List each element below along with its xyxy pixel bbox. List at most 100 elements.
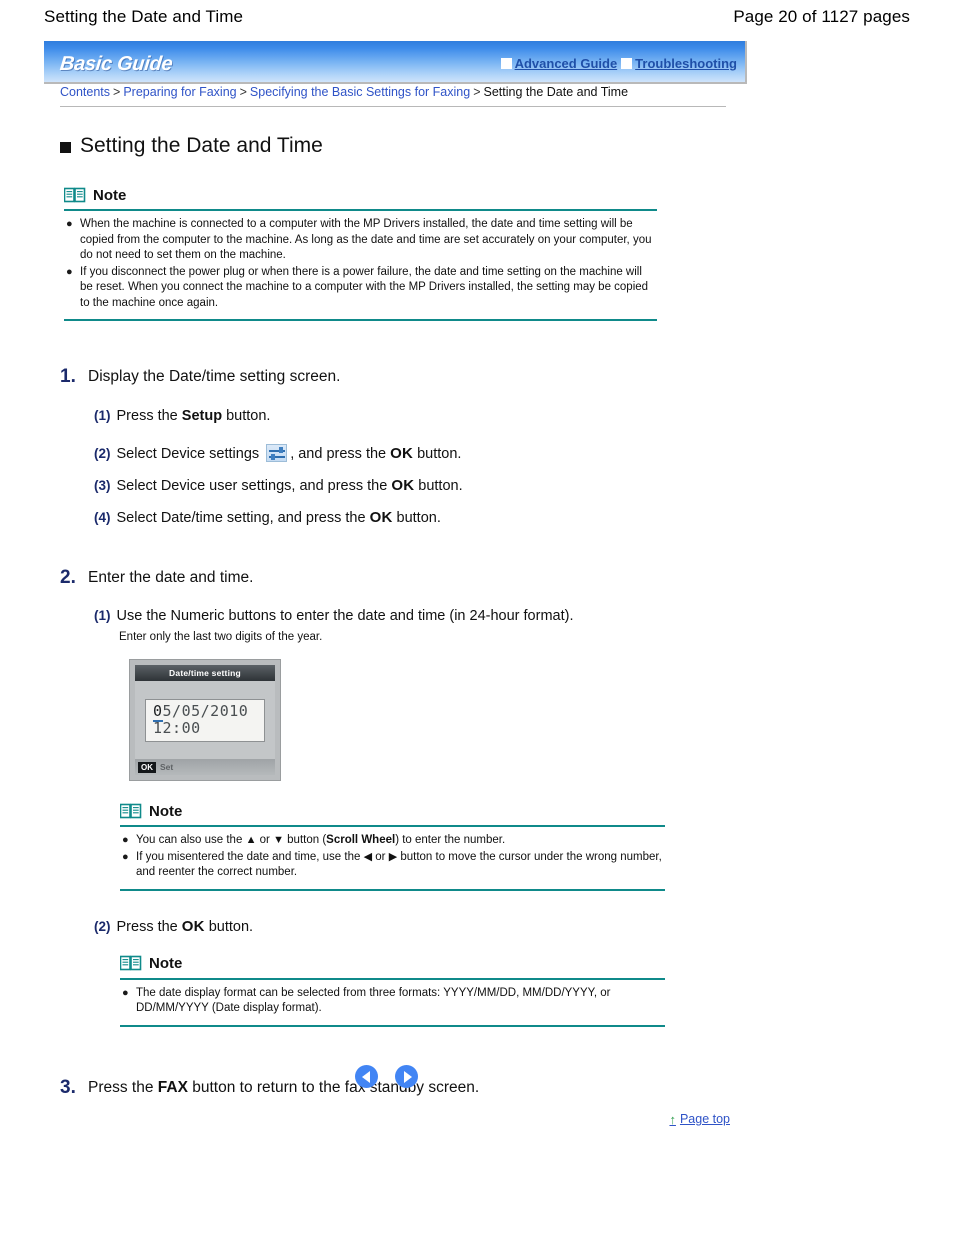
lcd-ok-badge: OK (138, 761, 156, 773)
troubleshooting-link[interactable]: Troubleshooting (621, 56, 737, 71)
step-1-substep-2: (2) Select Device settings , and press t… (94, 443, 954, 465)
note-text-b: or (256, 834, 274, 846)
print-header-title: Setting the Date and Time (44, 7, 244, 26)
fax-button-label: FAX (157, 1078, 188, 1096)
ok-button-label: OK (181, 917, 205, 935)
advanced-guide-label: Advanced Guide (514, 56, 618, 71)
note-text-a: If you misentered the date and time, use… (136, 850, 364, 863)
down-arrow-icon: ▼ (273, 834, 284, 846)
right-arrow-icon: ▶ (388, 850, 398, 863)
note-list-item: ● When the machine is connected to a com… (66, 217, 655, 264)
substep-text-pre: Select Device settings (116, 446, 264, 462)
note-box-bottom: Note ● The date display format can be se… (120, 952, 665, 1027)
step-2-number: 2. (60, 567, 76, 588)
note-list-item: ● You can also use the ▲ or ▼ button (Sc… (122, 833, 663, 849)
breadcrumb-item-contents[interactable]: Contents (60, 85, 110, 99)
substep-text: Press the OK button. (117, 916, 254, 938)
note-list-item: ● The date display format can be selecte… (122, 986, 663, 1017)
step-3-text-pre: Press the (88, 1078, 158, 1096)
substep-text: Use the Numeric buttons to enter the dat… (116, 608, 574, 624)
up-arrow-icon: ↑ (669, 1111, 676, 1127)
step-3: 3. Press the FAX button to return to the… (60, 1077, 954, 1099)
print-page-header: Setting the Date and Time Page 20 of 112… (0, 0, 954, 34)
substep-text-post: button. (414, 478, 463, 494)
up-arrow-icon: ▲ (245, 834, 257, 846)
left-arrow-icon: ◀ (363, 850, 373, 863)
substep-text: Select Device settings , and press the O… (116, 443, 462, 465)
step-3-number: 3. (60, 1076, 76, 1098)
right-triangle-icon (403, 1070, 412, 1083)
basic-guide-logo: Basic Guide (58, 53, 174, 75)
breadcrumb-separator: > (473, 85, 481, 99)
substep-text-mid: , and press the (290, 446, 391, 462)
device-settings-icon (266, 444, 288, 462)
breadcrumb-item-preparing-for-faxing[interactable]: Preparing for Faxing (123, 85, 236, 99)
substep-text-post: button. (204, 918, 254, 935)
ok-button-label: OK (391, 477, 415, 494)
step-2-substep-1-note: Enter only the last two digits of the ye… (119, 631, 323, 643)
note-body: ● When the machine is connected to a com… (64, 209, 657, 321)
banner-links: Advanced Guide Troubleshooting (500, 56, 737, 71)
substep-text-post: button. (413, 446, 462, 462)
note-body: ● You can also use the ▲ or ▼ button (Sc… (120, 825, 665, 891)
step-1-substep-4: (4) Select Date/time setting, and press … (94, 507, 954, 529)
note-item-text: If you misentered the date and time, use… (136, 850, 663, 881)
page-title: Setting the Date and Time (60, 130, 954, 162)
print-header-page-count: Page 20 of 1127 pages (733, 7, 910, 26)
step-1-substep-3: (3) Select Device user settings, and pre… (94, 475, 954, 497)
note-item-text: You can also use the ▲ or ▼ button (Scro… (136, 833, 663, 849)
book-icon (120, 803, 142, 818)
bullet-icon: ● (122, 986, 129, 999)
step-2-title: Enter the date and time. (88, 569, 254, 586)
note-title: Note (93, 186, 127, 204)
bullet-icon: ● (122, 834, 129, 846)
step-2-substep-2: (2) Press the OK button. (94, 916, 954, 938)
previous-page-button[interactable] (355, 1065, 378, 1088)
step-1-title: Display the Date/time setting screen. (88, 368, 341, 385)
advanced-guide-link[interactable]: Advanced Guide (500, 56, 618, 71)
note-text-c: button ( (283, 834, 327, 846)
page-top-label: Page top (679, 1112, 730, 1126)
note-header: Note (120, 799, 665, 823)
breadcrumb-item-current: Setting the Date and Time (483, 85, 629, 99)
book-icon (64, 187, 86, 202)
page-navigation (355, 1065, 418, 1088)
note-box-top: Note ● When the machine is connected to … (64, 183, 657, 321)
troubleshooting-label: Troubleshooting (635, 56, 737, 71)
lcd-date-line: 05/05/2010 (153, 701, 257, 722)
lcd-screenshot: Date/time setting 05/05/2010 12:00 OK Se… (129, 659, 281, 781)
substep-text-pre: Select Date/time setting, and press the (116, 510, 370, 526)
step-1-substep-1: (1) Press the Setup button. (94, 405, 954, 427)
square-bullet-icon (621, 58, 633, 69)
ok-button-label: OK (369, 509, 393, 526)
substep-text: Select Device user settings, and press t… (117, 475, 463, 497)
main-content: Setting the Date and Time Note ● When th… (0, 130, 954, 1099)
lcd-datetime-field: 05/05/2010 12:00 (145, 698, 265, 742)
note-title: Note (149, 802, 183, 820)
lcd-set-label: Set (160, 762, 174, 772)
breadcrumb-item-specifying-basic-settings[interactable]: Specifying the Basic Settings for Faxing (250, 85, 470, 99)
note-item-text: If you disconnect the power plug or when… (80, 265, 649, 309)
substep-text-pre: Press the (116, 918, 182, 935)
substep-text: Select Date/time setting, and press the … (117, 507, 441, 529)
book-icon (120, 955, 142, 971)
bullet-icon: ● (66, 218, 73, 230)
page-top-link[interactable]: ↑ Page top (669, 1112, 730, 1126)
ok-button-label: OK (390, 445, 414, 462)
left-triangle-icon (361, 1070, 370, 1083)
step-3-text-post: button to return to the fax standby scre… (187, 1078, 480, 1096)
substep-text: Press the Setup button. (117, 406, 271, 427)
square-bullet-icon (500, 58, 512, 69)
note-header: Note (64, 183, 657, 207)
note-title: Note (149, 955, 183, 972)
lcd-date-rest: 5/05/2010 (162, 701, 249, 720)
substep-text-pre: Press the (116, 408, 182, 424)
note-item-text: When the machine is connected to a compu… (80, 218, 652, 261)
breadcrumb: Contents > Preparing for Faxing > Specifying… (60, 85, 726, 107)
note-item-text: The date display format can be selected … (136, 986, 611, 1015)
substep-number: (3) (94, 478, 111, 493)
lcd-title-bar: Date/time setting (135, 665, 275, 681)
next-page-button[interactable] (395, 1065, 418, 1088)
note-text-a: You can also use the (136, 834, 246, 846)
breadcrumb-separator: > (239, 85, 247, 99)
